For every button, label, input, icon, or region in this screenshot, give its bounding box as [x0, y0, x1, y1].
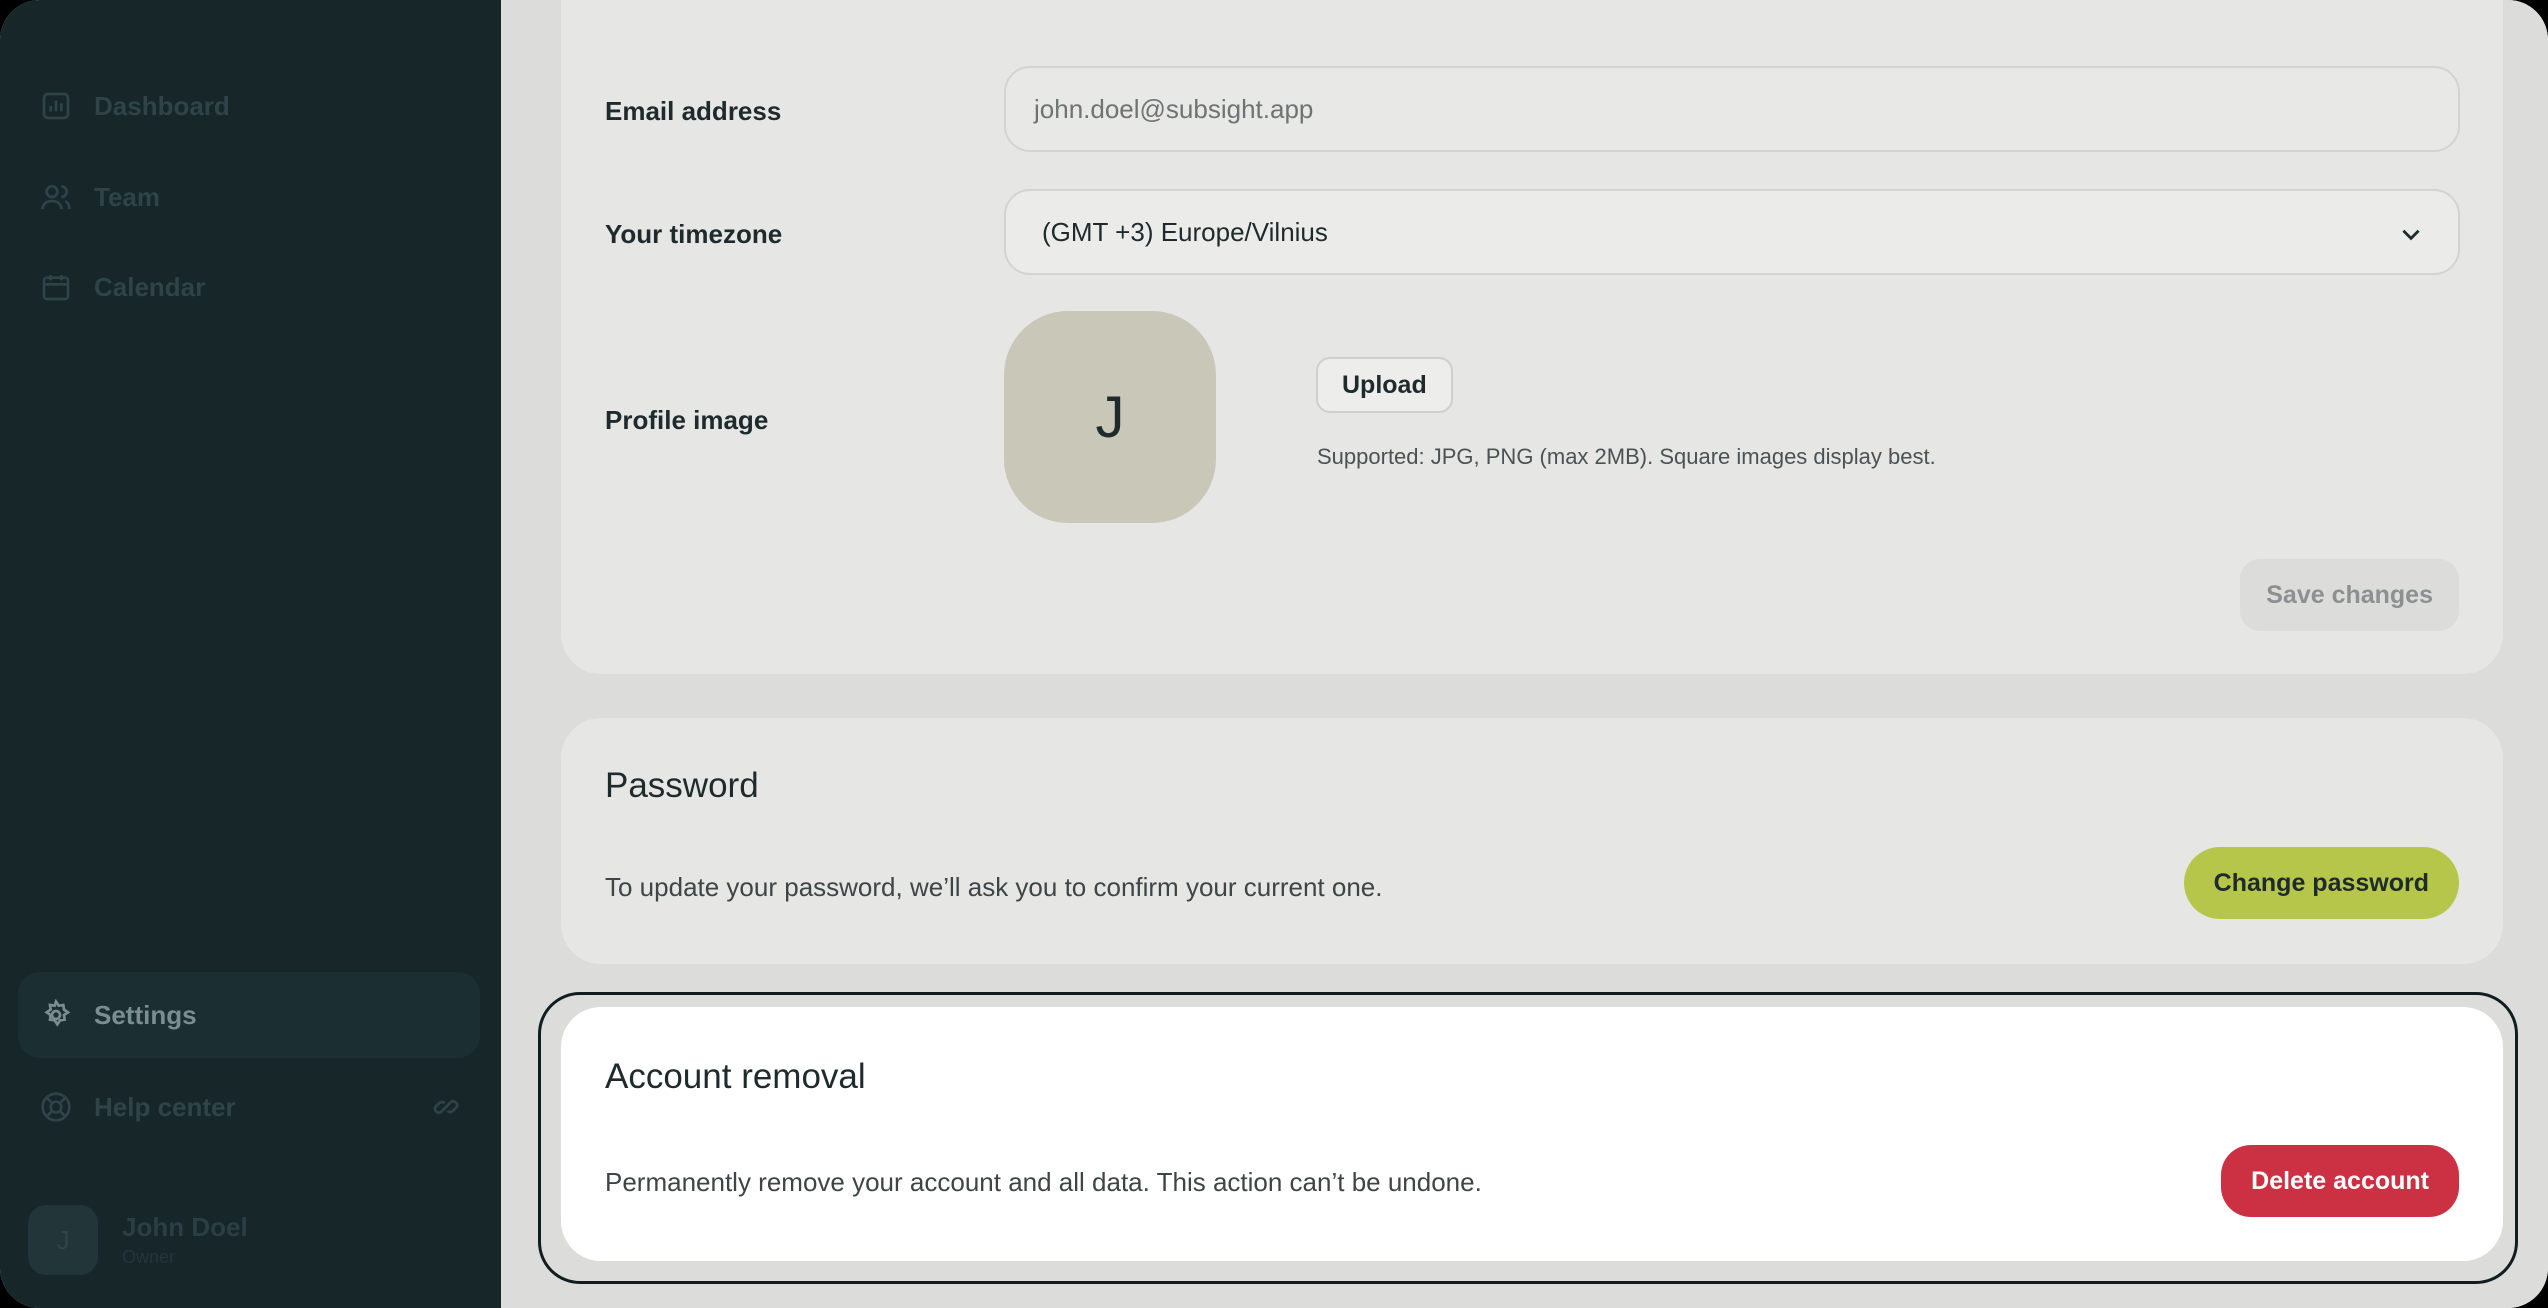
change-password-button[interactable]: Change password — [2183, 847, 2459, 919]
profile-card: Email address john.doel@subsight.app You… — [561, 0, 2503, 674]
sidebar-item-calendar[interactable]: Calendar — [40, 257, 470, 317]
save-button[interactable]: Save changes — [2240, 559, 2459, 631]
account-removal-card: Account removal Permanently remove your … — [561, 1007, 2503, 1261]
timezone-label: Your timezone — [605, 219, 783, 249]
bar-chart-icon — [42, 92, 70, 120]
sidebar-item-dashboard[interactable]: Dashboard — [40, 76, 470, 136]
upload-button[interactable]: Upload — [1316, 357, 1453, 413]
calendar-icon — [42, 275, 70, 301]
email-label: Email address — [605, 96, 782, 126]
profile-image-label: Profile image — [605, 405, 769, 435]
users-icon — [41, 185, 71, 210]
email-field[interactable]: john.doel@subsight.app — [1004, 66, 2460, 152]
password-title: Password — [605, 766, 759, 805]
sidebar: Dashboard Team Calendar Settings Help ce… — [0, 0, 501, 1308]
external-link-icon — [433, 1099, 459, 1115]
timezone-select[interactable]: (GMT +3) Europe/Vilnius — [1004, 189, 2460, 275]
sidebar-item-label: Calendar — [94, 271, 206, 302]
lifebuoy-icon — [41, 1092, 71, 1122]
profile-avatar: J — [1004, 311, 1216, 523]
main-content: Email address john.doel@subsight.app You… — [501, 0, 2548, 1308]
sidebar-item-label: Settings — [94, 999, 197, 1030]
user-role: Owner — [122, 1247, 176, 1267]
app-window: Dashboard Team Calendar Settings Help ce… — [0, 0, 2548, 1308]
delete-account-button[interactable]: Delete account — [2221, 1145, 2459, 1217]
gear-icon — [44, 999, 71, 1027]
sidebar-item-team[interactable]: Team — [40, 167, 470, 227]
timezone-value: (GMT +3) Europe/Vilnius — [1042, 216, 1328, 247]
password-description: To update your password, we’ll ask you t… — [605, 872, 1383, 902]
sidebar-item-help-center[interactable]: Help center — [40, 1077, 470, 1137]
sidebar-item-label: Dashboard — [94, 90, 230, 121]
user-name: John Doel — [122, 1212, 248, 1242]
avatar: J — [28, 1205, 98, 1275]
chevron-down-icon — [2402, 229, 2420, 241]
sidebar-item-label: Help center — [94, 1091, 236, 1122]
password-card: Password To update your password, we’ll … — [561, 718, 2503, 964]
removal-title: Account removal — [605, 1057, 866, 1096]
sidebar-item-label: Team — [94, 181, 160, 212]
upload-hint: Supported: JPG, PNG (max 2MB). Square im… — [1317, 444, 1936, 469]
removal-description: Permanently remove your account and all … — [605, 1167, 1482, 1197]
user-profile[interactable]: J John Doel Owner — [28, 1205, 248, 1275]
sidebar-item-settings[interactable]: Settings — [18, 972, 480, 1058]
